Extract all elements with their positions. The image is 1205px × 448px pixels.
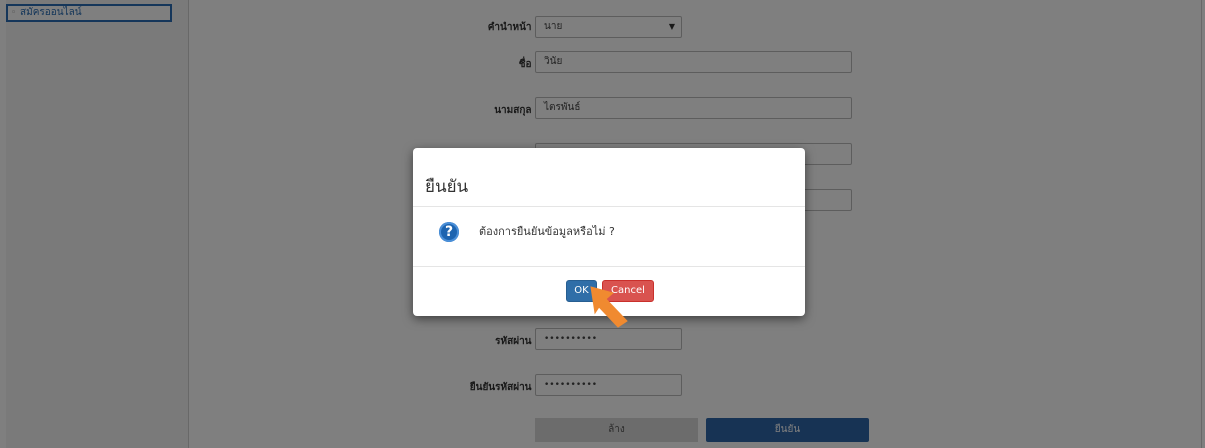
question-icon: ?	[439, 222, 459, 242]
dialog-body: ? ต้องการยืนยันข้อมูลหรือไม่ ?	[413, 207, 805, 267]
dialog-header: ยืนยัน	[413, 148, 805, 207]
dialog-message: ต้องการยืนยันข้อมูลหรือไม่ ?	[479, 225, 615, 238]
dialog-title: ยืนยัน	[425, 177, 469, 197]
pointer-arrow-icon	[590, 286, 628, 328]
